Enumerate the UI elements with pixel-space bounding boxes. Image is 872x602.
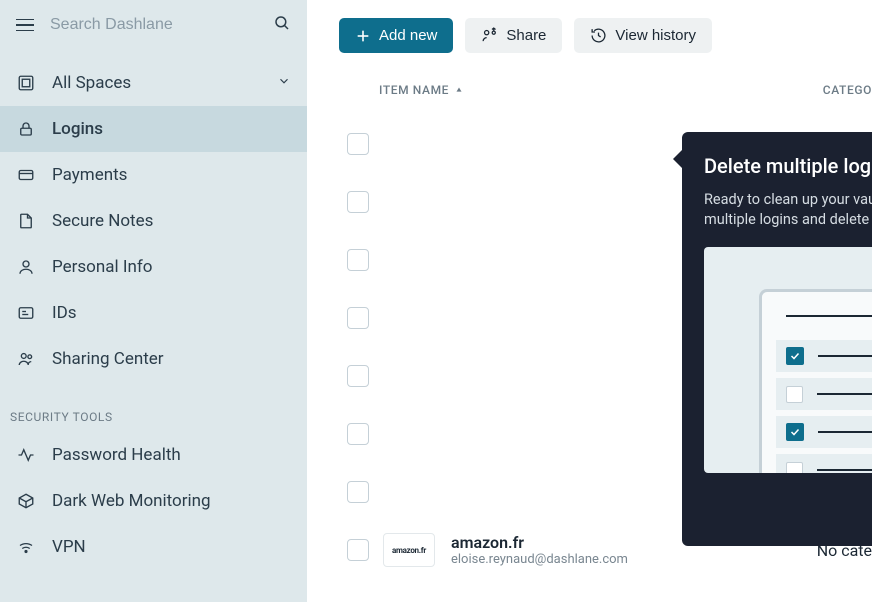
checkbox-icon bbox=[786, 462, 803, 474]
sidebar-item-sharing-center[interactable]: Sharing Center bbox=[0, 336, 307, 382]
row-checkbox[interactable] bbox=[347, 133, 369, 155]
security-tools-header: SECURITY TOOLS bbox=[0, 382, 307, 432]
history-label: View history bbox=[615, 27, 696, 44]
checkbox-checked-icon bbox=[786, 423, 804, 441]
sidebar-item-payments[interactable]: Payments bbox=[0, 152, 307, 198]
chevron-down-icon bbox=[277, 73, 291, 93]
id-icon bbox=[16, 303, 36, 323]
view-history-button[interactable]: View history bbox=[574, 18, 712, 53]
share-label: Share bbox=[506, 27, 546, 44]
toolbar: Add new Share View history bbox=[339, 18, 872, 53]
sidebar-item-label: Logins bbox=[52, 119, 291, 139]
column-header-item-name[interactable]: ITEM NAME bbox=[379, 83, 464, 97]
wifi-icon bbox=[16, 537, 36, 557]
sidebar: All Spaces Logins Payments Secure Notes bbox=[0, 0, 307, 602]
search-icon[interactable] bbox=[273, 14, 291, 36]
tooltip-body: Ready to clean up your vault? You can no… bbox=[704, 190, 872, 229]
add-new-button[interactable]: Add new bbox=[339, 18, 453, 53]
sidebar-item-secure-notes[interactable]: Secure Notes bbox=[0, 198, 307, 244]
sidebar-item-vpn[interactable]: VPN bbox=[0, 524, 307, 570]
checkbox-checked-icon bbox=[786, 347, 804, 365]
onboarding-tooltip: Delete multiple logins at once Ready to … bbox=[682, 132, 872, 546]
sidebar-item-label: All Spaces bbox=[52, 73, 261, 93]
share-icon bbox=[481, 27, 498, 44]
sidebar-item-logins[interactable]: Logins bbox=[0, 106, 307, 152]
sort-asc-icon bbox=[454, 85, 464, 95]
sidebar-item-label: Password Health bbox=[52, 445, 291, 465]
sidebar-item-label: Secure Notes bbox=[52, 211, 291, 231]
item-text: amazon.fr eloise.reynaud@dashlane.com bbox=[451, 533, 628, 567]
sidebar-item-label: Personal Info bbox=[52, 257, 291, 277]
history-icon bbox=[590, 27, 607, 44]
cube-icon bbox=[16, 491, 36, 511]
row-checkbox[interactable] bbox=[347, 423, 369, 445]
card-icon bbox=[16, 165, 36, 185]
table-header: ITEM NAME CATEGO bbox=[339, 83, 872, 97]
main-content: Add new Share View history ITEM NAME CAT… bbox=[307, 0, 872, 602]
sidebar-header bbox=[0, 0, 307, 50]
person-icon bbox=[16, 257, 36, 277]
plus-icon bbox=[355, 28, 371, 44]
sidebar-item-label: VPN bbox=[52, 537, 291, 557]
sidebar-item-dark-web[interactable]: Dark Web Monitoring bbox=[0, 478, 307, 524]
row-checkbox[interactable] bbox=[347, 481, 369, 503]
spaces-icon bbox=[16, 73, 36, 93]
share-button[interactable]: Share bbox=[465, 18, 562, 53]
sidebar-item-password-health[interactable]: Password Health bbox=[0, 432, 307, 478]
sidebar-item-label: IDs bbox=[52, 303, 291, 323]
note-icon bbox=[16, 211, 36, 231]
sidebar-item-label: Dark Web Monitoring bbox=[52, 491, 291, 511]
item-subtitle: eloise.reynaud@dashlane.com bbox=[451, 552, 628, 567]
sidebar-item-label: Sharing Center bbox=[52, 349, 291, 369]
row-checkbox[interactable] bbox=[347, 191, 369, 213]
search-input[interactable] bbox=[50, 16, 259, 34]
menu-icon[interactable] bbox=[16, 15, 36, 35]
people-icon bbox=[16, 349, 36, 369]
add-new-label: Add new bbox=[379, 27, 437, 44]
sidebar-item-label: Payments bbox=[52, 165, 291, 185]
item-title: amazon.fr bbox=[451, 533, 628, 552]
pulse-icon bbox=[16, 445, 36, 465]
sidebar-nav: All Spaces Logins Payments Secure Notes bbox=[0, 50, 307, 570]
checkbox-icon bbox=[786, 386, 803, 403]
row-checkbox[interactable] bbox=[347, 249, 369, 271]
tooltip-title: Delete multiple logins at once bbox=[704, 154, 872, 178]
sidebar-item-ids[interactable]: IDs bbox=[0, 290, 307, 336]
lock-icon bbox=[16, 119, 36, 139]
item-logo: amazon.fr bbox=[383, 533, 435, 567]
column-header-category[interactable]: CATEGO bbox=[823, 83, 872, 97]
row-checkbox[interactable] bbox=[347, 307, 369, 329]
row-checkbox[interactable] bbox=[347, 539, 369, 561]
sidebar-item-all-spaces[interactable]: All Spaces bbox=[0, 60, 307, 106]
row-checkbox[interactable] bbox=[347, 365, 369, 387]
sidebar-item-personal-info[interactable]: Personal Info bbox=[0, 244, 307, 290]
tooltip-illustration bbox=[704, 247, 872, 473]
